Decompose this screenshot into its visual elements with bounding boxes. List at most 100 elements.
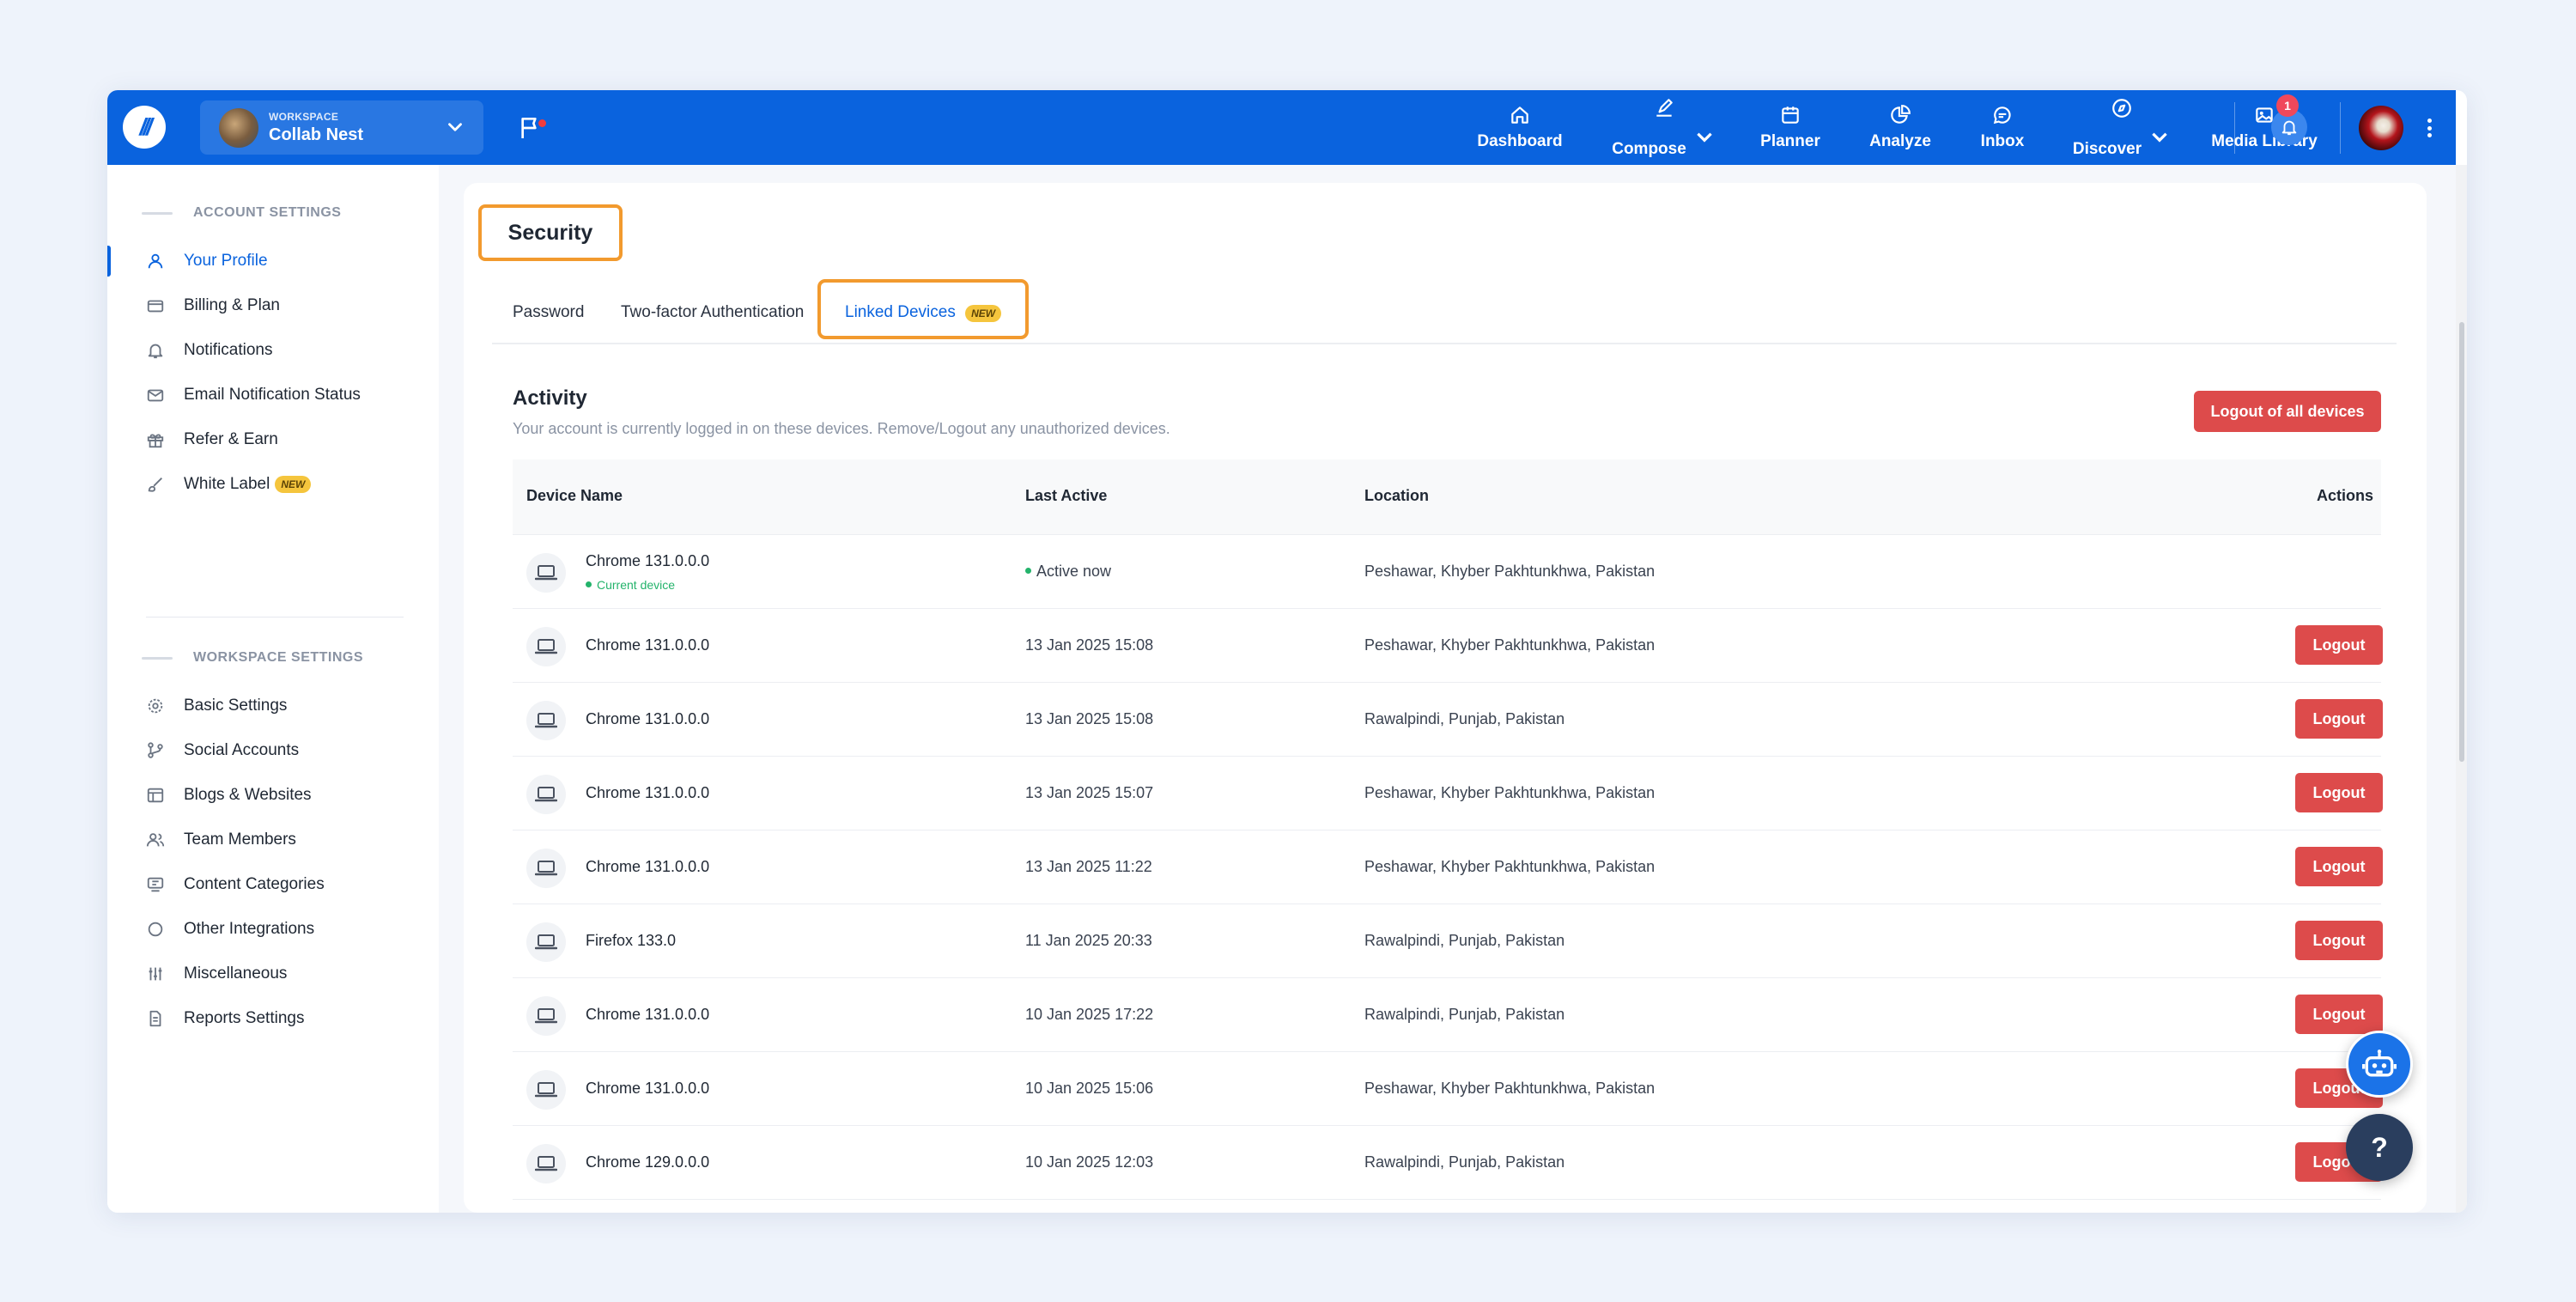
column-location: Location: [1364, 487, 1429, 504]
nav-inbox[interactable]: Inbox: [1981, 90, 2024, 165]
mail-icon: [147, 389, 164, 402]
table-row: Firefox 133.0 11 Jan 2025 20:33 Rawalpindi…: [513, 904, 2383, 978]
sidebar-item-billing[interactable]: Billing & Plan: [107, 287, 408, 325]
table-row: Chrome 131.0.0.0 13 Jan 2025 15:08 Peshawa…: [513, 609, 2383, 683]
laptop-icon: [526, 1144, 566, 1183]
sidebar-item-notifications[interactable]: Notifications: [107, 332, 408, 369]
last-active: 13 Jan 2025 15:08: [1025, 636, 1154, 654]
activity-title: Activity: [513, 386, 587, 410]
calendar-icon: [1782, 106, 1799, 124]
flag-notification-dot: [538, 119, 546, 127]
column-last-active: Last Active: [1025, 487, 1108, 504]
pen-icon: [1656, 98, 1673, 117]
location: Peshawar, Khyber Pakhtunkhwa, Pakistan: [1364, 563, 1656, 580]
nav-discover[interactable]: Discover: [2073, 90, 2167, 165]
nav-compose-label: Compose: [1612, 139, 1686, 158]
location: Rawalpindi, Punjab, Pakistan: [1364, 1153, 1565, 1171]
location: Rawalpindi, Punjab, Pakistan: [1364, 932, 1565, 949]
device-name: Chrome 131.0.0.0: [586, 1080, 710, 1097]
help-button[interactable]: ?: [2346, 1114, 2413, 1181]
sidebar-item-label: Refer & Earn: [184, 430, 278, 448]
workspace-settings-heading: WORKSPACE SETTINGS: [142, 650, 363, 666]
logout-button[interactable]: Logout: [2295, 847, 2383, 886]
bell-icon: [148, 344, 163, 359]
logout-all-devices-button[interactable]: Logout of all devices: [2194, 391, 2381, 432]
tab-two-factor-authentication[interactable]: Two-factor Authentication: [621, 303, 804, 322]
sidebar-item-label: Reports Settings: [184, 1009, 305, 1027]
device-name: Chrome 129.0.0.0: [586, 1153, 710, 1171]
tab-label: Linked Devices: [845, 303, 956, 321]
table-row: Chrome 131.0.0.0 10 Jan 2025 15:06 Peshawa…: [513, 1052, 2383, 1126]
column-device-name: Device Name: [526, 487, 623, 504]
nav-divider: [2340, 102, 2341, 154]
device-name: Chrome 131.0.0.0: [586, 858, 710, 875]
nav-analyze-label: Analyze: [1869, 132, 1931, 150]
last-active: 13 Jan 2025 15:07: [1025, 784, 1154, 801]
new-badge: NEW: [965, 305, 1002, 322]
logout-button[interactable]: Logout: [2295, 699, 2383, 739]
logout-button[interactable]: Logout: [2295, 995, 2383, 1034]
table-row: Chrome 129.0.0.0 10 Jan 2025 12:03 Rawalpi…: [513, 1126, 2383, 1200]
logout-button[interactable]: Logout: [2295, 921, 2383, 960]
top-navbar: /// WORKSPACE Collab Nest Dashboard Comp…: [107, 90, 2456, 165]
logout-button[interactable]: Logout: [2295, 773, 2383, 812]
sidebar-item-reports-settings[interactable]: Reports Settings: [107, 1000, 408, 1037]
nav-planner[interactable]: Planner: [1760, 90, 1820, 165]
nav-inbox-label: Inbox: [1980, 132, 2025, 150]
sidebar-item-blogs-websites[interactable]: Blogs & Websites: [107, 776, 408, 814]
nav-compose[interactable]: Compose: [1612, 90, 1713, 165]
last-active: Active now: [1025, 563, 1111, 581]
settings-sidebar: ACCOUNT SETTINGS Your Profile Billing & …: [107, 165, 439, 1213]
device-name: Chrome 131.0.0.0: [586, 552, 710, 569]
flag-icon[interactable]: [515, 114, 546, 142]
page-title: Security: [507, 220, 593, 245]
page-title-highlight: Security: [478, 204, 623, 261]
app-window: /// WORKSPACE Collab Nest Dashboard Comp…: [107, 90, 2467, 1213]
nav-planner-label: Planner: [1760, 132, 1820, 150]
device-name: Firefox 133.0: [586, 932, 677, 949]
sidebar-item-refer-earn[interactable]: Refer & Earn: [107, 421, 408, 459]
sidebar-item-email-notification-status[interactable]: Email Notification Status: [107, 376, 408, 414]
tabs-divider: [492, 343, 2397, 344]
chevron-down-icon: [2152, 132, 2167, 143]
sidebar-item-basic-settings[interactable]: Basic Settings: [107, 687, 408, 725]
sidebar-item-white-label[interactable]: White Label NEW: [107, 465, 408, 503]
sidebar-item-label: Other Integrations: [184, 920, 315, 938]
scrollbar-thumb[interactable]: [2459, 322, 2464, 762]
sidebar-item-label: Billing & Plan: [184, 296, 280, 314]
new-badge: NEW: [275, 476, 312, 493]
last-active: 10 Jan 2025 12:03: [1025, 1153, 1154, 1171]
nav-analyze[interactable]: Analyze: [1869, 90, 1931, 165]
brush-icon: [148, 478, 162, 492]
workspace-label: WORKSPACE: [269, 110, 339, 123]
sidebar-item-your-profile[interactable]: Your Profile: [107, 242, 408, 280]
chatbot-button[interactable]: [2346, 1031, 2413, 1098]
account-settings-heading: ACCOUNT SETTINGS: [142, 205, 341, 221]
sidebar-item-other-integrations[interactable]: Other Integrations: [107, 910, 408, 948]
category-icon: [147, 877, 164, 892]
sidebar-item-label: Blogs & Websites: [184, 786, 312, 804]
sidebar-item-miscellaneous[interactable]: Miscellaneous: [107, 955, 408, 993]
sidebar-item-team-members[interactable]: Team Members: [107, 821, 408, 859]
tab-password[interactable]: Password: [513, 303, 584, 322]
sidebar-item-social-accounts[interactable]: Social Accounts: [107, 732, 408, 770]
circle-icon: [148, 922, 163, 937]
more-options-icon[interactable]: [2423, 116, 2435, 140]
app-logo[interactable]: ///: [123, 106, 166, 149]
laptop-icon: [526, 1070, 566, 1110]
pie-chart-icon: [1891, 105, 1911, 124]
laptop-icon: [526, 627, 566, 666]
location: Rawalpindi, Punjab, Pakistan: [1364, 710, 1565, 727]
logout-button[interactable]: Logout: [2295, 625, 2383, 665]
logo-mark: ///: [139, 113, 152, 140]
user-avatar[interactable]: [2359, 106, 2403, 150]
last-active: 10 Jan 2025 15:06: [1025, 1080, 1154, 1097]
last-active: 13 Jan 2025 15:08: [1025, 710, 1154, 727]
tab-linked-devices[interactable]: Linked Devices NEW: [845, 303, 1002, 322]
sidebar-item-content-categories[interactable]: Content Categories: [107, 866, 408, 903]
workspace-selector[interactable]: WORKSPACE Collab Nest: [200, 100, 483, 155]
laptop-icon: [526, 775, 566, 814]
last-active: 11 Jan 2025 20:33: [1025, 932, 1152, 949]
nav-dashboard[interactable]: Dashboard: [1477, 90, 1563, 165]
laptop-icon: [526, 701, 566, 740]
